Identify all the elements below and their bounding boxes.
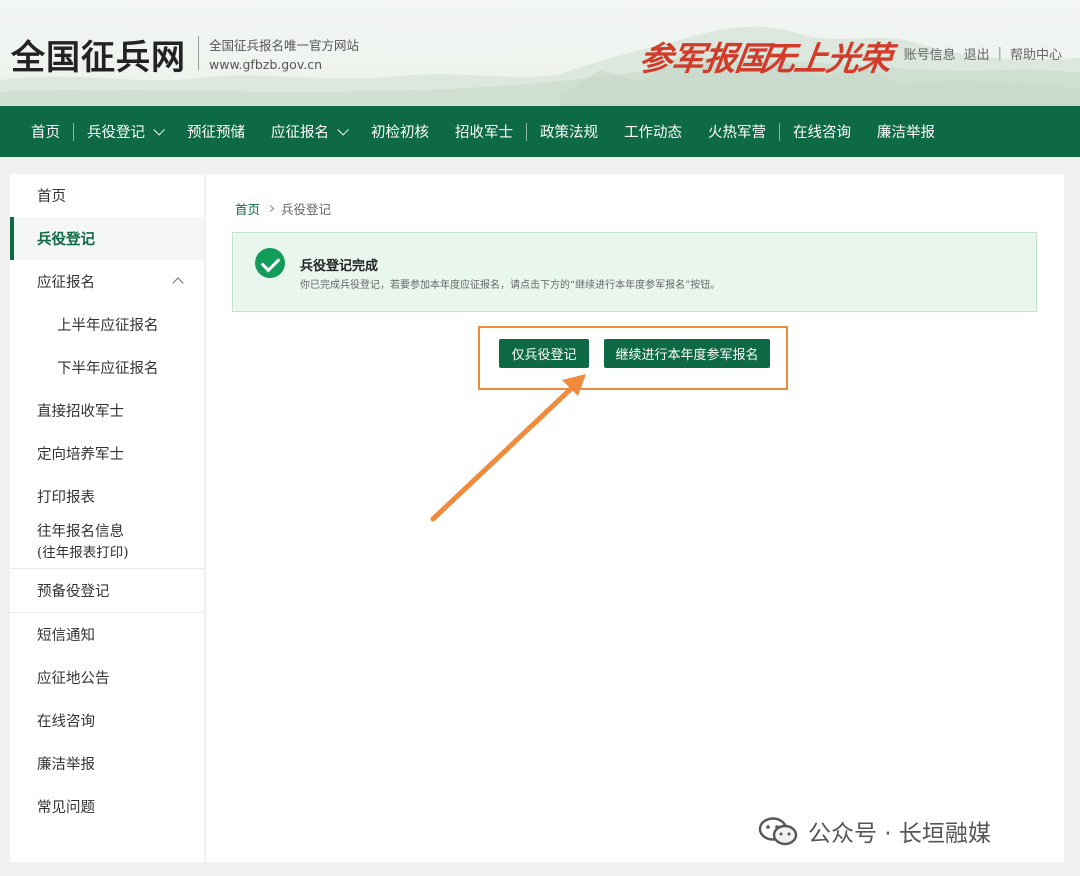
nav-initial-check-label: 初检初核 [371, 125, 429, 141]
chevron-down-icon [153, 123, 165, 136]
nav-policy-label: 政策法规 [540, 125, 598, 141]
sidebar: 首页 兵役登记 应征报名 上半年应征报名 下半年应征报名 直接招收军士 定向培养… [10, 174, 204, 862]
nav-consult-label: 在线咨询 [793, 125, 851, 141]
nav-pre-recruitment-label: 预征预储 [187, 125, 245, 141]
nav-enlistment-label: 应征报名 [271, 125, 329, 141]
sidebar-item-sms-notice[interactable]: 短信通知 [10, 613, 204, 656]
sidebar-item-label: 定向培养军士 [37, 447, 124, 463]
sidebar-item-label: 首页 [37, 189, 66, 205]
logout-link[interactable]: 退出 [964, 44, 990, 63]
check-circle-icon [255, 248, 285, 278]
sidebar-item-print-report[interactable]: 打印报表 [10, 475, 204, 518]
nav-home-label: 首页 [31, 125, 60, 141]
main-nav: 首页 兵役登记 预征预储 应征报名 初检初核 招收军士 政策法规 工作动态 火热… [0, 106, 1080, 157]
nav-consult[interactable]: 在线咨询 [780, 106, 864, 157]
sidebar-item-direct-nco[interactable]: 直接招收军士 [10, 389, 204, 432]
user-links: 账号信息 退出 | 帮助中心 [904, 44, 1062, 63]
site-header: 全国征兵网 全国征兵报名唯一官方网站 www.gfbzb.gov.cn 参军报国… [0, 0, 1080, 106]
watermark: 公众号 · 长垣融媒 [758, 814, 991, 848]
only-register-button[interactable]: 仅兵役登记 [499, 339, 589, 368]
nav-policy[interactable]: 政策法规 [527, 106, 611, 157]
breadcrumb-home[interactable]: 首页 [235, 199, 260, 218]
success-alert: 兵役登记完成 你已完成兵役登记，若要参加本年度应征报名，请点击下方的“继续进行本… [232, 232, 1037, 312]
slogan-1: 参军报国 [636, 39, 771, 78]
success-message: 你已完成兵役登记，若要参加本年度应征报名，请点击下方的“继续进行本年度参军报名”… [300, 280, 721, 291]
sidebar-item-past-registration[interactable]: 往年报名信息 (往年报表打印) [10, 518, 204, 568]
chevron-right-icon [266, 204, 275, 213]
sidebar-item-label: 在线咨询 [37, 714, 95, 730]
sidebar-item-local-announcement[interactable]: 应征地公告 [10, 656, 204, 699]
nav-barracks[interactable]: 火热军营 [695, 106, 779, 157]
nav-home[interactable]: 首页 [18, 106, 73, 157]
sidebar-item-label: 上半年应征报名 [57, 318, 159, 334]
nav-barracks-label: 火热军营 [708, 125, 766, 141]
sidebar-item-consult[interactable]: 在线咨询 [10, 699, 204, 742]
sidebar-item-directed-nco[interactable]: 定向培养军士 [10, 432, 204, 475]
nav-initial-check[interactable]: 初检初核 [358, 106, 442, 157]
sidebar-item-report[interactable]: 廉洁举报 [10, 742, 204, 785]
main-content: 首页 兵役登记 兵役登记完成 你已完成兵役登记，若要参加本年度应征报名，请点击下… [206, 174, 1064, 862]
nav-news[interactable]: 工作动态 [611, 106, 695, 157]
nav-military-registration-label: 兵役登记 [87, 125, 145, 141]
sidebar-item-label: 往年报名信息 [37, 524, 124, 540]
nav-military-registration[interactable]: 兵役登记 [74, 106, 174, 157]
watermark-text: 公众号 · 长垣融媒 [808, 821, 991, 847]
site-title[interactable]: 全国征兵网 [11, 30, 186, 79]
sidebar-item-faq[interactable]: 常见问题 [10, 785, 204, 828]
nav-nco-recruit-label: 招收军士 [455, 125, 513, 141]
sidebar-item-label: 打印报表 [37, 490, 95, 506]
sidebar-item-reserve-registration[interactable]: 预备役登记 [10, 569, 204, 612]
sidebar-item-label: 下半年应征报名 [57, 361, 159, 377]
sidebar-item-label: 兵役登记 [37, 231, 95, 248]
link-divider: | [997, 46, 1002, 61]
sidebar-item-second-half-enlistment[interactable]: 下半年应征报名 [10, 346, 204, 389]
nav-news-label: 工作动态 [624, 125, 682, 141]
nav-report-label: 廉洁举报 [877, 125, 935, 141]
sidebar-item-label: 应征地公告 [37, 671, 110, 687]
sidebar-item-home[interactable]: 首页 [10, 174, 204, 217]
nav-enlistment[interactable]: 应征报名 [258, 106, 358, 157]
nav-pre-recruitment[interactable]: 预征预储 [174, 106, 258, 157]
chevron-up-icon [172, 277, 184, 289]
sidebar-item-label: 廉洁举报 [37, 757, 95, 773]
wechat-icon [758, 817, 798, 846]
site-subtitle-block: 全国征兵报名唯一官方网站 www.gfbzb.gov.cn [209, 36, 359, 74]
chevron-down-icon [337, 123, 349, 136]
sidebar-item-label: 常见问题 [37, 800, 95, 816]
sidebar-item-enlistment[interactable]: 应征报名 [10, 260, 204, 303]
success-title: 兵役登记完成 [300, 259, 379, 274]
breadcrumb-current: 兵役登记 [281, 202, 332, 217]
sidebar-item-military-registration[interactable]: 兵役登记 [10, 217, 204, 260]
sidebar-item-first-half-enlistment[interactable]: 上半年应征报名 [10, 303, 204, 346]
account-info-link[interactable]: 账号信息 [904, 44, 956, 63]
site-url: www.gfbzb.gov.cn [209, 57, 323, 72]
sidebar-item-label: 应征报名 [37, 275, 95, 291]
nav-report[interactable]: 廉洁举报 [864, 106, 948, 157]
sidebar-item-sublabel: (往年报表打印) [37, 545, 129, 561]
site-subtitle: 全国征兵报名唯一官方网站 [209, 38, 360, 53]
sidebar-item-label: 短信通知 [37, 628, 95, 644]
sidebar-item-label: 预备役登记 [37, 584, 110, 600]
nav-nco-recruit[interactable]: 招收军士 [442, 106, 526, 157]
sidebar-item-label: 直接招收军士 [37, 404, 124, 420]
logo-divider [198, 36, 199, 70]
breadcrumb: 首页 兵役登记 [235, 199, 331, 218]
slogan-2: 无上光荣 [759, 39, 894, 78]
continue-enlistment-button[interactable]: 继续进行本年度参军报名 [604, 339, 770, 368]
help-center-link[interactable]: 帮助中心 [1010, 44, 1062, 63]
